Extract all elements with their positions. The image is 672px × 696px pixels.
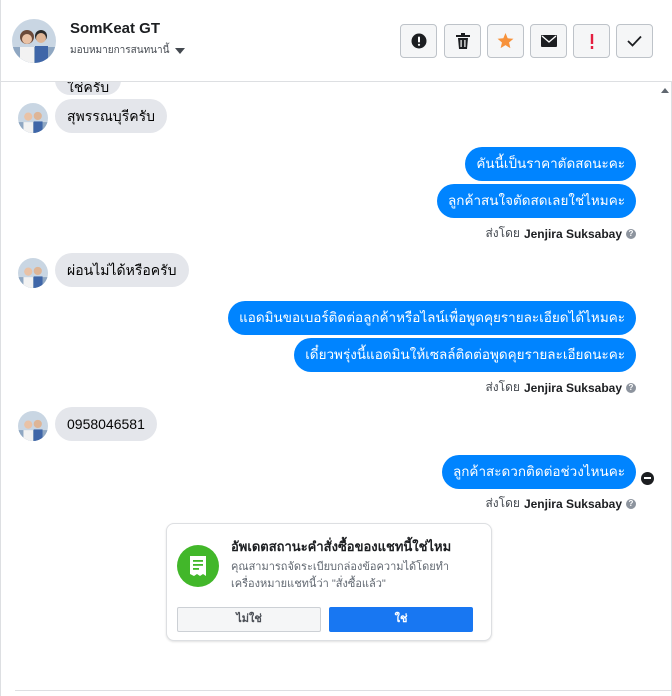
sent-by-name: Jenjira Suksabay [523,226,622,241]
sent-by-label: ส่งโดย Jenjira Suksabay ? [485,494,636,513]
card-description: คุณสามารถจัดระเบียบกล่องข้อความได้โดยทำเ… [231,561,450,590]
question-mark-icon[interactable]: ? [626,382,636,393]
message-bubble-outgoing: แอดมินขอเบอร์ติดต่อลูกค้าหรือไลน์เพื่อพู… [228,301,636,335]
follow-up-button[interactable] [573,24,610,58]
message-bubble-outgoing: ลูกค้าสนใจตัดสดเลยใช่ไหมคะ [437,184,636,218]
contact-avatar-small [18,411,48,441]
scroll-up-arrow-icon[interactable] [661,88,669,93]
message-bubble-outgoing: ลูกค้าสะดวกติดต่อช่วงไหนคะ [441,455,636,489]
star-icon [497,33,514,49]
order-status-card: อัพเดตสถานะคำสั่งซื้อของแชทนี้ใช่ไหม คุณ… [166,523,492,641]
message-bubble-outgoing: คันนี้เป็นราคาตัดสดนะคะ [465,147,636,181]
message-bubble-incoming: 0958046581 [55,407,157,441]
conversation-header: SomKeat GT มอบหมายการสนทนานี้ [1,0,672,82]
star-button[interactable] [487,24,524,58]
delete-button[interactable] [444,24,481,58]
yes-button[interactable]: ใช่ [329,607,473,632]
sent-by-prefix: ส่งโดย [485,496,520,510]
envelope-icon [540,35,557,47]
assign-conversation-dropdown[interactable]: มอบหมายการสนทนานี้ [70,43,186,58]
mark-unread-button[interactable] [530,24,567,58]
message-bubble-incoming: ผ่อนไม่ได้หรือครับ [55,253,189,287]
no-button[interactable]: ไม่ใช่ [177,607,321,632]
contact-avatar-small [18,103,48,133]
card-title: อัพเดตสถานะคำสั่งซื้อของแชทนี้ใช่ไหม [231,539,452,554]
contact-name[interactable]: SomKeat GT [70,20,160,37]
contact-avatar-small [18,258,48,288]
sent-by-label: ส่งโดย Jenjira Suksabay ? [485,224,636,243]
composer-divider [15,690,672,691]
exclamation-mark-icon [590,33,593,49]
checkmark-icon [627,35,642,47]
message-bubble-outgoing: เดี๋ยวพรุ่งนี้แอดมินให้เซลล์ติดต่อพูดคุย… [294,338,636,372]
sent-by-prefix: ส่งโดย [485,226,520,240]
order-receipt-icon [177,545,219,587]
sent-by-name: Jenjira Suksabay [523,380,622,395]
trash-icon [455,33,470,49]
chevron-down-icon [175,47,186,54]
question-mark-icon[interactable]: ? [626,228,636,239]
seen-indicator-icon [641,472,654,485]
sent-by-prefix: ส่งโดย [485,380,520,394]
assign-label: มอบหมายการสนทนานี้ [70,45,170,56]
chat-window: SomKeat GT มอบหมายการสนทนานี้ ใช่ครับ สุ… [0,0,672,696]
spam-button[interactable] [400,24,437,58]
sent-by-name: Jenjira Suksabay [523,496,622,511]
exclamation-circle-icon [411,33,426,49]
question-mark-icon[interactable]: ? [626,498,636,509]
contact-avatar[interactable] [12,19,56,63]
mark-done-button[interactable] [616,24,653,58]
message-bubble-incoming: สุพรรณบุรีครับ [55,99,167,133]
sent-by-label: ส่งโดย Jenjira Suksabay ? [485,378,636,397]
